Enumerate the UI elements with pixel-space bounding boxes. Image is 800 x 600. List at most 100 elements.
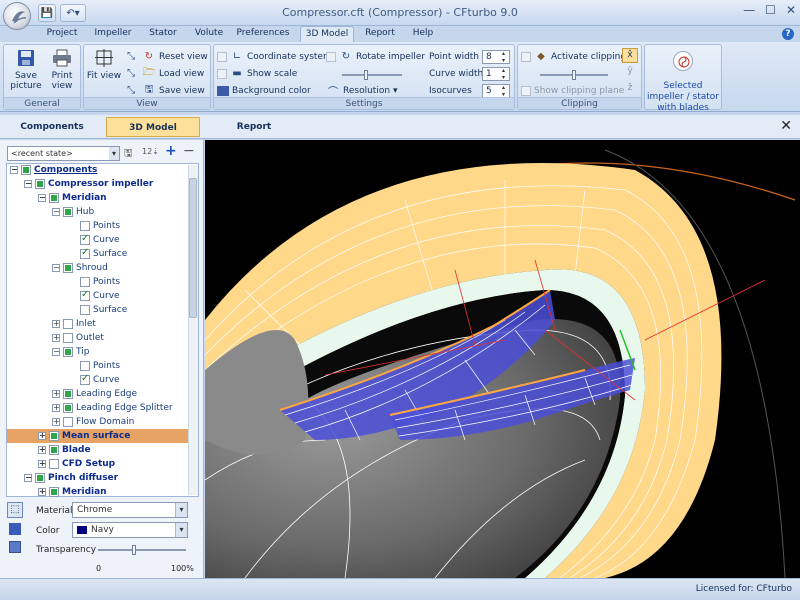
save-picture-button[interactable]: Save picture	[6, 48, 46, 91]
tree-node-hub-surface[interactable]: Surface	[80, 247, 127, 261]
tab-3d-model-view[interactable]: 3D Model	[106, 117, 200, 137]
tree-checkbox[interactable]	[49, 431, 59, 441]
collapse-icon[interactable]: −	[10, 166, 18, 174]
tree-node-leading-edge[interactable]: + Leading Edge	[52, 387, 137, 401]
tab-impeller[interactable]: Impeller	[92, 26, 134, 42]
coordinate-system-checkbox[interactable]	[217, 51, 227, 62]
isocurves-input[interactable]: 5	[482, 83, 510, 98]
color-icon[interactable]	[9, 523, 21, 535]
tree-node-tip-curve[interactable]: Curve	[80, 373, 120, 387]
collapse-icon[interactable]: −	[24, 474, 32, 482]
recent-state-select[interactable]: <recent state>	[7, 146, 120, 161]
rotation-speed-thumb[interactable]	[364, 70, 368, 80]
expand-icon[interactable]: +	[52, 418, 60, 426]
tab-components[interactable]: Components	[4, 117, 100, 137]
tree-node-compressor-impeller[interactable]: − Compressor impeller	[24, 177, 153, 191]
material-select[interactable]: Chrome	[72, 502, 188, 518]
tree-checkbox[interactable]	[63, 319, 73, 329]
clipping-slider-thumb[interactable]	[572, 70, 576, 80]
close-window-icon[interactable]: ✕	[786, 3, 796, 17]
tree-checkbox[interactable]	[80, 361, 90, 371]
transparency-slider-thumb[interactable]	[132, 545, 136, 555]
tree-node-tip-points[interactable]: Points	[80, 359, 120, 373]
tab-project[interactable]: Project	[42, 26, 82, 42]
tree-checkbox[interactable]	[35, 179, 45, 189]
clip-z-axis-icon[interactable]: ẑ	[622, 82, 638, 97]
collapse-icon[interactable]: −	[52, 348, 60, 356]
tree-node-inlet[interactable]: + Inlet	[52, 317, 96, 331]
tree-checkbox[interactable]	[80, 373, 90, 385]
expand-icon[interactable]: +	[38, 432, 46, 440]
curve-width-input[interactable]: 1	[482, 66, 510, 81]
axis-x-view-button[interactable]: ⤡	[124, 49, 138, 64]
coordinate-system-toggle[interactable]: ∟ Coordinate system	[217, 49, 332, 64]
axis-y-view-button[interactable]: ⤡	[124, 66, 138, 81]
tree-checkbox[interactable]	[80, 277, 90, 287]
clip-y-axis-icon[interactable]: ŷ	[622, 65, 638, 80]
help-icon[interactable]: ?	[782, 28, 794, 40]
collapse-icon[interactable]: −	[52, 264, 60, 272]
activate-clipping-toggle[interactable]: ◆ Activate clipping	[521, 49, 626, 64]
tree-checkbox[interactable]	[80, 221, 90, 231]
tree-node-mean-surface[interactable]: + Mean surface	[38, 429, 130, 443]
tree-node-blade[interactable]: + Blade	[38, 443, 91, 457]
remove-state-icon[interactable]: −	[183, 143, 195, 159]
tree-checkbox[interactable]	[49, 487, 59, 497]
rotate-impeller-toggle[interactable]: ↻ Rotate impeller	[326, 49, 425, 64]
tree-checkbox[interactable]	[63, 389, 73, 399]
tree-node-shroud-points[interactable]: Points	[80, 275, 120, 289]
rotate-impeller-checkbox[interactable]	[326, 51, 336, 62]
tree-node-shroud-curve[interactable]: Curve	[80, 289, 120, 303]
tab-report[interactable]: Report	[362, 26, 398, 42]
minimize-icon[interactable]: —	[743, 3, 755, 17]
tree-node-hub-curve[interactable]: Curve	[80, 233, 120, 247]
save-state-icon[interactable]: 🖫	[124, 146, 133, 163]
transparency-slider[interactable]	[98, 545, 186, 555]
axis-z-view-button[interactable]: ⤡	[124, 83, 138, 98]
collapse-icon[interactable]: −	[24, 180, 32, 188]
tree-node-hub-points[interactable]: Points	[80, 219, 120, 233]
close-panel-icon[interactable]: ✕	[780, 118, 792, 134]
tree-checkbox[interactable]	[21, 165, 31, 175]
tree-node-leading-edge-splitter[interactable]: + Leading Edge Splitter	[52, 401, 173, 415]
expand-icon[interactable]: +	[52, 334, 60, 342]
tab-preferences[interactable]: Preferences	[236, 26, 290, 42]
expand-icon[interactable]: +	[52, 390, 60, 398]
tree-checkbox[interactable]	[80, 247, 90, 259]
show-clipping-plane-checkbox[interactable]	[521, 85, 531, 96]
tree-node-components[interactable]: − Components	[10, 163, 97, 177]
expand-icon[interactable]: +	[52, 404, 60, 412]
rotation-speed-slider[interactable]	[342, 70, 402, 80]
tree-scrollbar-thumb[interactable]	[189, 178, 197, 318]
save-view-button[interactable]: 🖫 Save view	[142, 83, 205, 98]
tree-checkbox[interactable]	[63, 347, 73, 357]
tree-checkbox[interactable]	[63, 207, 73, 217]
show-scale-toggle[interactable]: ▬ Show scale	[217, 66, 297, 81]
tree-node-pinch-diffuser[interactable]: − Pinch diffuser	[24, 471, 118, 485]
maximize-icon[interactable]: ☐	[765, 3, 776, 17]
load-view-button[interactable]: 🗁 Load view	[142, 66, 204, 81]
application-menu-button[interactable]	[3, 2, 31, 30]
tree-node-tip[interactable]: − Tip	[52, 345, 89, 359]
clipping-slider[interactable]	[540, 70, 608, 80]
tree-node-hub[interactable]: − Hub	[52, 205, 94, 219]
show-scale-checkbox[interactable]	[217, 68, 227, 79]
show-clipping-plane-toggle[interactable]: Show clipping plane	[521, 83, 624, 98]
resolution-dropdown[interactable]: ⌒ Resolution ▾	[326, 83, 398, 99]
tab-help[interactable]: Help	[408, 26, 438, 42]
tree-checkbox[interactable]	[49, 193, 59, 203]
color-select[interactable]: Navy	[72, 522, 188, 538]
tree-node-shroud-surface[interactable]: Surface	[80, 303, 127, 317]
collapse-icon[interactable]: −	[38, 194, 46, 202]
background-color-button[interactable]: Background color	[217, 83, 311, 98]
sort-icon[interactable]: 12⇣	[142, 147, 159, 156]
expand-icon[interactable]: +	[38, 446, 46, 454]
tree-node-diffuser-meridian[interactable]: + Meridian	[38, 485, 107, 499]
reset-view-button[interactable]: ↻ Reset view	[142, 49, 208, 64]
tree-node-meridian[interactable]: − Meridian	[38, 191, 107, 205]
collapse-icon[interactable]: −	[52, 208, 60, 216]
tree-checkbox[interactable]	[80, 305, 90, 315]
print-view-button[interactable]: Print view	[42, 48, 82, 91]
tree-node-flow-domain[interactable]: + Flow Domain	[52, 415, 134, 429]
expand-icon[interactable]: +	[52, 320, 60, 328]
